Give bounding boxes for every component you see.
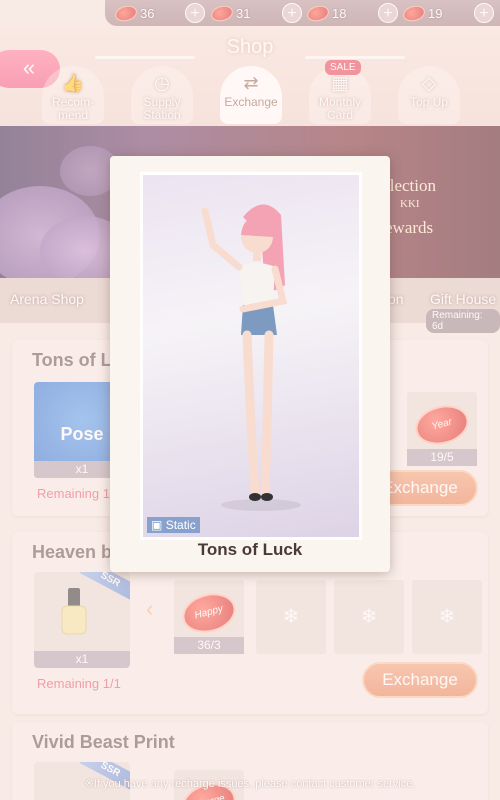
- camera-icon: ▣: [151, 518, 163, 532]
- static-label: Static: [165, 518, 196, 532]
- static-badge: ▣ Static: [147, 517, 200, 533]
- item-preview-popup: ▣ Static Tons of Luck: [110, 156, 390, 572]
- popup-title: Tons of Luck: [197, 540, 303, 559]
- character-figure: [201, 204, 301, 511]
- character-preview: ▣ Static: [140, 172, 362, 540]
